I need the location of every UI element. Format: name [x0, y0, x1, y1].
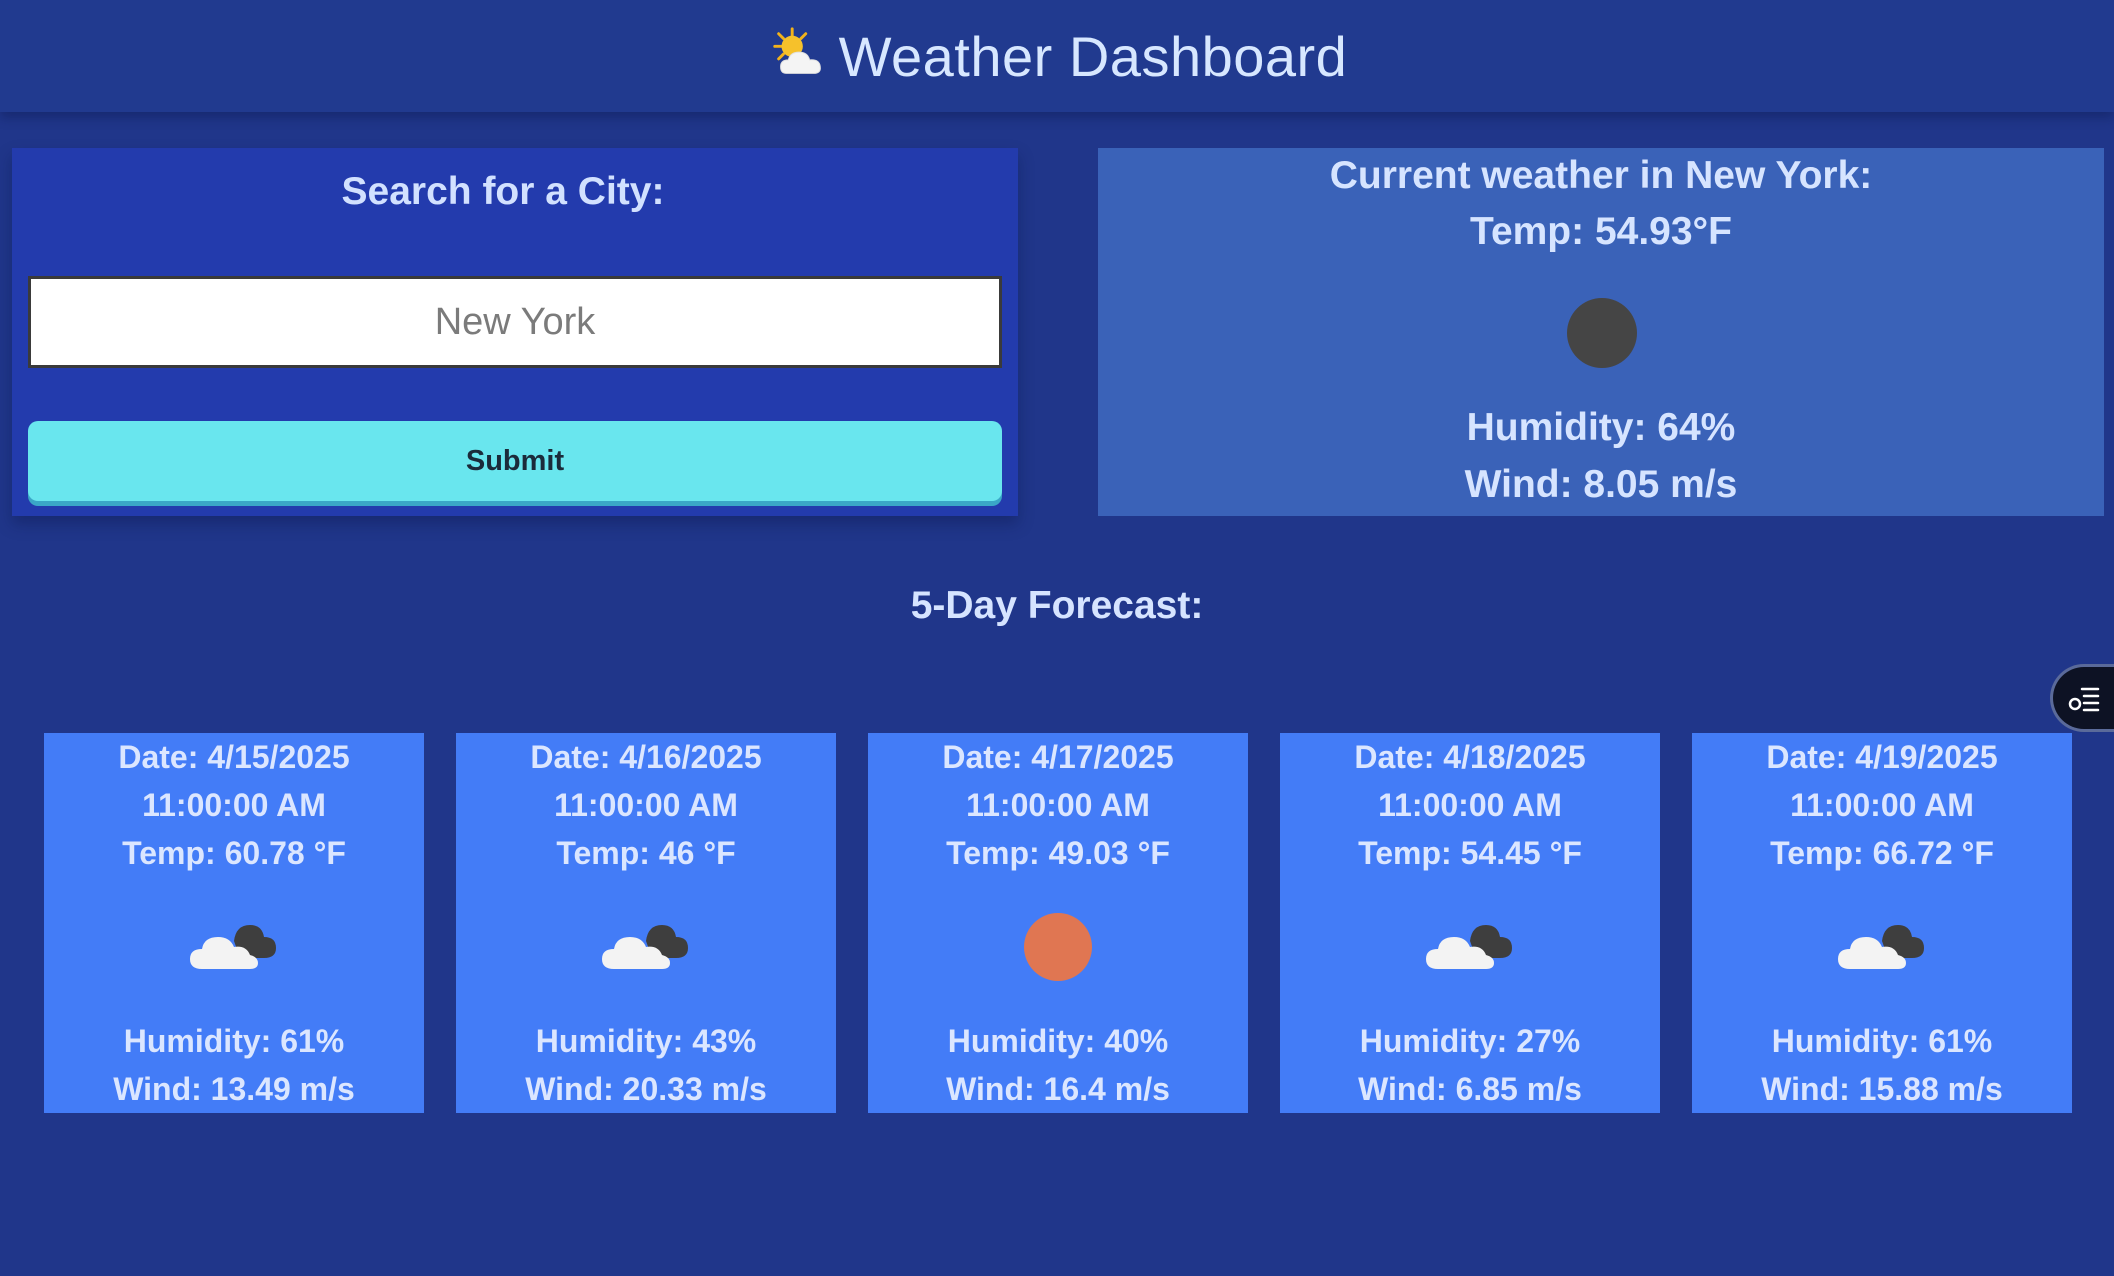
forecast-wind: Wind: 16.4 m/s: [946, 1071, 1170, 1107]
cloud-icon: [190, 925, 276, 969]
forecast-time: 11:00:00 AM: [966, 787, 1150, 823]
current-weather-heading: Current weather in New York:: [1329, 154, 1873, 197]
forecast-humidity: Humidity: 43%: [535, 1023, 757, 1059]
sun-icon: [1024, 913, 1092, 981]
forecast-date: Date: 4/16/2025: [530, 739, 762, 775]
forecast-wind: Wind: 6.85 m/s: [1358, 1071, 1582, 1107]
forecast-card-2: Date: 4/16/2025 11:00:00 AM Temp: 46 °F …: [456, 733, 836, 1113]
sun-behind-cloud-icon: [772, 27, 821, 74]
page-header: Weather Dashboard: [0, 0, 2114, 112]
forecast-wind: Wind: 20.33 m/s: [525, 1071, 767, 1107]
search-heading: Search for a City:: [341, 170, 665, 213]
current-temp: Temp: 54.93°F: [1470, 210, 1732, 253]
forecast-time: 11:00:00 AM: [1790, 787, 1974, 823]
header-inner: Weather Dashboard: [767, 24, 1348, 89]
forecast-time: 11:00:00 AM: [1378, 787, 1562, 823]
forecast-humidity: Humidity: 40%: [947, 1023, 1169, 1059]
dark-circle-weather-icon: [1567, 298, 1637, 368]
forecast-card-5: Date: 4/19/2025 11:00:00 AM Temp: 66.72 …: [1692, 733, 2072, 1113]
forecast-card-3: Date: 4/17/2025 11:00:00 AM Temp: 49.03 …: [868, 733, 1248, 1113]
current-wind: Wind: 8.05 m/s: [1464, 463, 1738, 506]
submit-button[interactable]: Submit: [28, 421, 1002, 501]
forecast-time: 11:00:00 AM: [142, 787, 326, 823]
forecast-time: 11:00:00 AM: [554, 787, 738, 823]
forecast-date: Date: 4/19/2025: [1766, 739, 1998, 775]
page-title: Weather Dashboard: [838, 24, 1348, 88]
forecast-card-1: Date: 4/15/2025 11:00:00 AM Temp: 60.78 …: [44, 733, 424, 1113]
forecast-heading: 5-Day Forecast:: [910, 584, 1204, 627]
forecast-date: Date: 4/18/2025: [1354, 739, 1586, 775]
city-search-input[interactable]: [28, 276, 1002, 368]
cloud-icon: [1838, 925, 1924, 969]
forecast-temp: Temp: 49.03 °F: [946, 835, 1170, 871]
current-weather-panel: Current weather in New York: Temp: 54.93…: [1098, 148, 2104, 516]
forecast-card-4: Date: 4/18/2025 11:00:00 AM Temp: 54.45 …: [1280, 733, 1660, 1113]
cloud-icon: [1426, 925, 1512, 969]
current-humidity: Humidity: 64%: [1466, 406, 1736, 449]
forecast-date: Date: 4/15/2025: [118, 739, 350, 775]
forecast-wind: Wind: 15.88 m/s: [1761, 1071, 2003, 1107]
side-widget-button[interactable]: [2050, 664, 2114, 732]
cloud-icon: [602, 925, 688, 969]
forecast-humidity: Humidity: 61%: [1771, 1023, 1993, 1059]
list-toggle-icon: [2068, 687, 2099, 712]
forecast-temp: Temp: 66.72 °F: [1770, 835, 1994, 871]
forecast-temp: Temp: 54.45 °F: [1358, 835, 1582, 871]
forecast-wind: Wind: 13.49 m/s: [113, 1071, 355, 1107]
forecast-temp: Temp: 60.78 °F: [122, 835, 346, 871]
forecast-humidity: Humidity: 27%: [1359, 1023, 1581, 1059]
forecast-humidity: Humidity: 61%: [123, 1023, 345, 1059]
forecast-temp: Temp: 46 °F: [556, 835, 736, 871]
forecast-date: Date: 4/17/2025: [942, 739, 1174, 775]
